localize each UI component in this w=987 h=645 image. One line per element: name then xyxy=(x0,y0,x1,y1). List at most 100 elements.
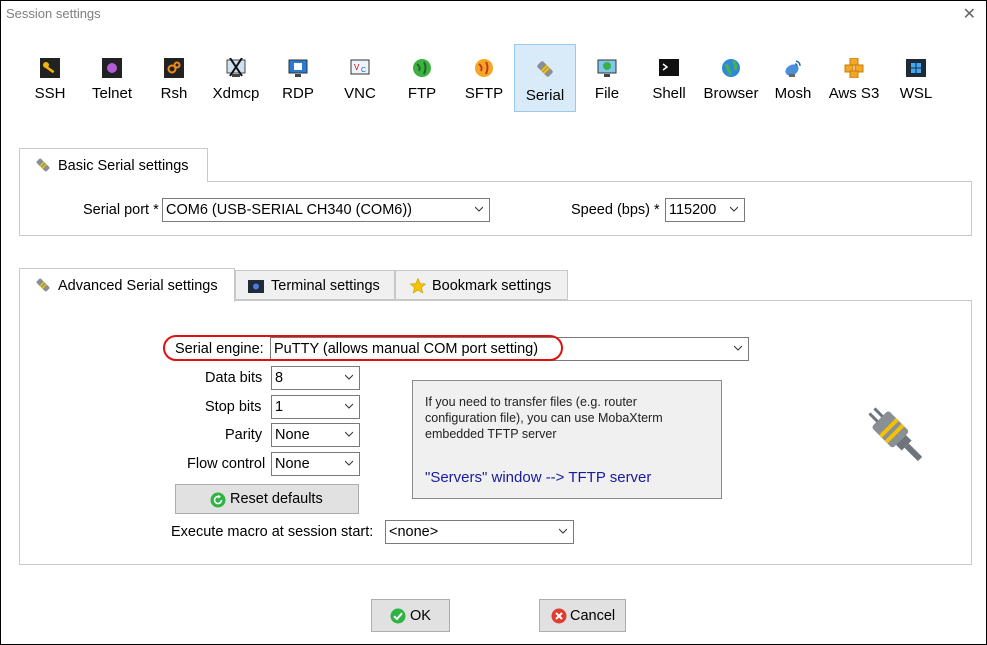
cancel-label: Cancel xyxy=(570,608,616,624)
basic-settings-panel: Serial port * COM6 (USB-SERIAL CH340 (CO… xyxy=(19,181,972,236)
speed-label: Speed (bps) * xyxy=(571,202,660,218)
chevron-down-icon xyxy=(559,528,567,534)
refresh-icon xyxy=(210,492,226,508)
protocol-label: VNC xyxy=(344,85,376,102)
macro-select[interactable]: <none> xyxy=(385,520,574,544)
stop-bits-select[interactable]: 1 xyxy=(271,395,360,419)
xdmcp-icon xyxy=(226,58,246,77)
key-icon xyxy=(40,58,60,78)
protocol-label: File xyxy=(594,85,620,102)
protocol-serial[interactable]: Serial xyxy=(514,44,576,112)
reset-defaults-button[interactable]: Reset defaults xyxy=(175,484,359,514)
ftp-globe-icon xyxy=(413,59,431,77)
chevron-down-icon xyxy=(475,206,483,212)
protocol-label: RDP xyxy=(282,85,314,102)
macro-label: Execute macro at session start: xyxy=(171,524,374,540)
protocol-browser[interactable]: Browser xyxy=(700,44,762,112)
tab-label: Bookmark settings xyxy=(432,278,552,294)
serial-port-select[interactable]: COM6 (USB-SERIAL CH340 (COM6)) xyxy=(162,198,490,222)
stop-bits-label: Stop bits xyxy=(205,399,262,415)
tftp-info-box: If you need to transfer files (e.g. rout… xyxy=(412,380,722,499)
chevron-down-icon xyxy=(345,431,353,437)
protocol-aws-s3[interactable]: Aws S3 xyxy=(823,44,885,112)
window-title: Session settings xyxy=(6,6,101,21)
rdp-monitor-icon xyxy=(288,59,308,77)
flow-control-value: None xyxy=(275,456,310,472)
parity-select[interactable]: None xyxy=(271,423,360,447)
chevron-down-icon xyxy=(345,460,353,466)
terminal-settings-icon xyxy=(248,280,264,293)
protocol-sftp[interactable]: SFTP xyxy=(453,44,515,112)
windows-icon xyxy=(906,59,926,77)
protocol-shell[interactable]: Shell xyxy=(638,44,700,112)
check-icon xyxy=(390,608,406,624)
protocol-label: Aws S3 xyxy=(828,85,880,102)
tab-basic-serial-settings[interactable]: Basic Serial settings xyxy=(19,148,208,182)
tab-label: Terminal settings xyxy=(271,278,380,294)
protocol-xdmcp[interactable]: Xdmcp xyxy=(205,44,267,112)
data-bits-select[interactable]: 8 xyxy=(271,366,360,390)
protocol-label: SSH xyxy=(34,85,66,102)
rsh-icon xyxy=(164,58,184,78)
protocol-mosh[interactable]: Mosh xyxy=(762,44,824,112)
parity-label: Parity xyxy=(225,427,263,443)
protocol-rdp[interactable]: RDP xyxy=(267,44,329,112)
chevron-down-icon xyxy=(730,206,738,212)
parity-value: None xyxy=(275,427,310,443)
chevron-down-icon xyxy=(345,374,353,380)
protocol-file[interactable]: File xyxy=(576,44,638,112)
protocol-telnet[interactable]: Telnet xyxy=(81,44,143,112)
serial-plug-icon xyxy=(36,278,50,292)
protocol-ssh[interactable]: SSH xyxy=(19,44,81,112)
serial-plug-icon xyxy=(537,61,553,77)
vnc-icon: VC xyxy=(350,59,370,75)
telnet-icon xyxy=(102,58,122,78)
sftp-globe-icon xyxy=(475,59,493,77)
serial-port-label: Serial port * xyxy=(83,202,159,218)
protocol-label: Shell xyxy=(652,85,686,102)
close-icon[interactable]: ✕ xyxy=(963,4,976,24)
protocol-label: Rsh xyxy=(160,85,188,102)
mosh-satellite-icon xyxy=(785,60,801,77)
protocol-rsh[interactable]: Rsh xyxy=(143,44,205,112)
serial-engine-select[interactable]: PuTTY (allows manual COM port setting) xyxy=(270,337,749,361)
shell-terminal-icon xyxy=(659,59,679,76)
title-bar: Session settings ✕ xyxy=(1,1,986,27)
protocol-label: Xdmcp xyxy=(212,85,260,102)
chevron-down-icon xyxy=(345,403,353,409)
protocol-label: FTP xyxy=(407,85,437,102)
flow-control-label: Flow control xyxy=(187,456,266,472)
data-bits-label: Data bits xyxy=(205,370,263,386)
stop-bits-value: 1 xyxy=(275,399,284,415)
star-icon xyxy=(410,278,426,294)
tab-advanced-serial-settings[interactable]: Advanced Serial settings xyxy=(19,268,235,302)
protocol-ftp[interactable]: FTP xyxy=(391,44,453,112)
tftp-info-text: If you need to transfer files (e.g. rout… xyxy=(425,395,663,441)
protocol-label: WSL xyxy=(899,85,933,102)
tab-label: Advanced Serial settings xyxy=(58,278,218,294)
cancel-x-icon xyxy=(551,608,567,624)
protocol-vnc[interactable]: VC VNC xyxy=(329,44,391,112)
speed-select[interactable]: 115200 xyxy=(665,198,745,222)
tab-terminal-settings[interactable]: Terminal settings xyxy=(235,270,395,300)
file-monitor-icon xyxy=(597,59,617,77)
protocol-wsl[interactable]: WSL xyxy=(885,44,947,112)
macro-value: <none> xyxy=(389,524,439,540)
serial-port-value: COM6 (USB-SERIAL CH340 (COM6)) xyxy=(166,202,413,218)
chevron-down-icon xyxy=(734,345,742,351)
tab-bookmark-settings[interactable]: Bookmark settings xyxy=(395,270,568,300)
reset-defaults-label: Reset defaults xyxy=(230,491,323,507)
tftp-server-link[interactable]: "Servers" window --> TFTP server xyxy=(425,469,651,486)
protocol-label: Mosh xyxy=(774,85,812,102)
serial-engine-label: Serial engine: xyxy=(175,341,264,357)
browser-globe-icon xyxy=(722,59,740,77)
cancel-button[interactable]: Cancel xyxy=(539,599,626,632)
serial-plug-icon xyxy=(36,158,50,172)
ok-button[interactable]: OK xyxy=(371,599,450,632)
tab-label: Basic Serial settings xyxy=(58,158,189,174)
protocol-label: Telnet xyxy=(91,85,133,102)
data-bits-value: 8 xyxy=(275,370,284,386)
flow-control-select[interactable]: None xyxy=(271,452,360,476)
protocol-label: Serial xyxy=(525,87,565,104)
speed-value: 115200 xyxy=(669,202,717,218)
